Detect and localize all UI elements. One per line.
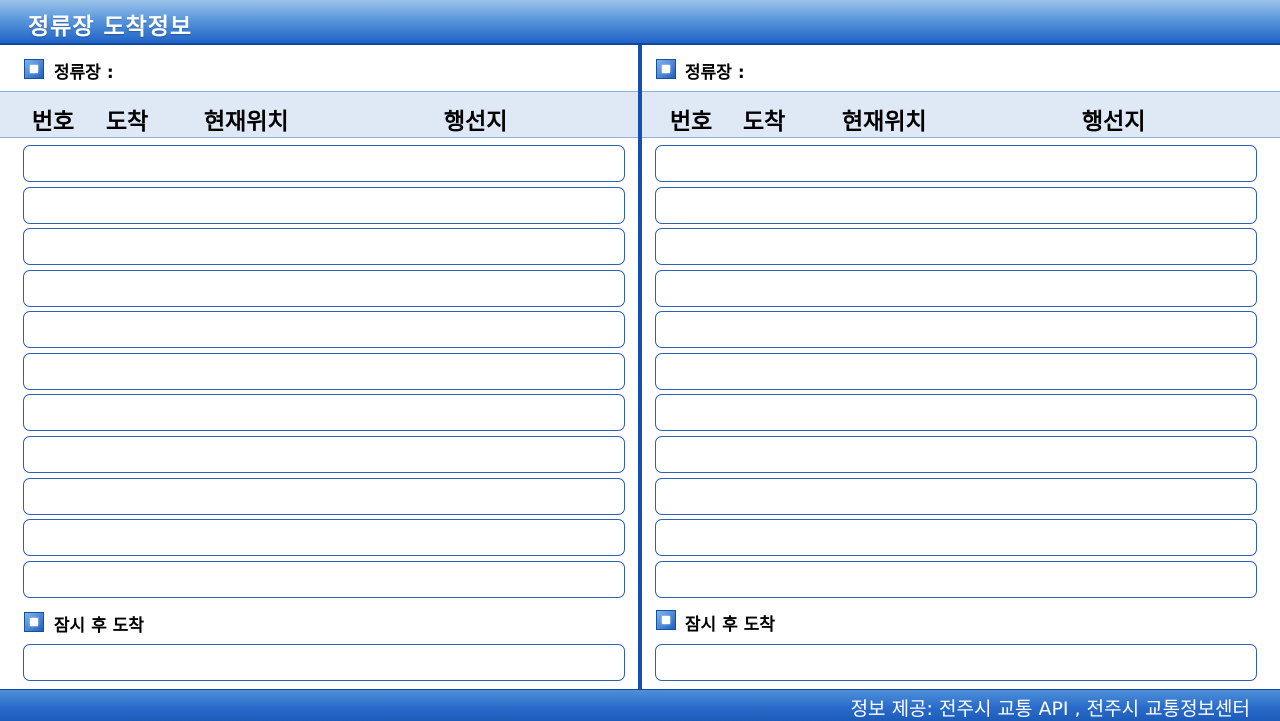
square-bullet-icon	[656, 59, 676, 79]
arrival-row	[23, 311, 625, 348]
arrival-row	[23, 353, 625, 390]
arrival-row	[655, 519, 1257, 556]
later-arrival-row	[23, 644, 625, 681]
arrival-row	[655, 270, 1257, 307]
arrival-row	[23, 436, 625, 473]
arrival-row	[23, 394, 625, 431]
arrival-row	[655, 228, 1257, 265]
column-header-location: 현재위치	[204, 109, 289, 135]
footer-bar: 정보 제공: 전주시 교통 API , 전주시 교통정보센터	[0, 689, 1280, 721]
column-header: 번호 도착 현재위치 행선지	[642, 91, 1280, 138]
arrival-row	[655, 561, 1257, 598]
later-arrival-row	[655, 644, 1257, 681]
arrival-row	[655, 311, 1257, 348]
arrival-row	[655, 353, 1257, 390]
column-header-number: 번호	[32, 109, 75, 135]
arrival-row	[655, 145, 1257, 182]
arrival-row	[655, 436, 1257, 473]
column-header-number: 번호	[670, 109, 713, 135]
column-header-location: 현재위치	[842, 109, 927, 135]
data-source-credit: 정보 제공: 전주시 교통 API , 전주시 교통정보센터	[850, 698, 1250, 720]
arrival-row	[655, 394, 1257, 431]
arrival-row	[23, 145, 625, 182]
station-panel-left: 정류장 : 번호 도착 현재위치 행선지 잠시 후 도착	[0, 45, 638, 689]
column-header-destination: 행선지	[1082, 109, 1146, 135]
later-arrival-label: 잠시 후 도착	[54, 616, 145, 636]
square-bullet-icon	[24, 612, 44, 632]
station-panel-right: 정류장 : 번호 도착 현재위치 행선지 잠시 후 도착	[642, 45, 1280, 689]
square-bullet-icon	[656, 610, 676, 630]
column-header-arrival: 도착	[743, 109, 786, 135]
column-header: 번호 도착 현재위치 행선지	[0, 91, 638, 138]
later-arrival-label: 잠시 후 도착	[685, 615, 776, 635]
app-title: 정류장 도착정보	[28, 14, 193, 40]
arrival-row	[23, 478, 625, 515]
arrival-row	[23, 187, 625, 224]
station-name-label: 정류장 :	[54, 63, 114, 83]
arrival-row	[655, 187, 1257, 224]
arrival-row	[655, 478, 1257, 515]
arrival-row	[23, 270, 625, 307]
title-bar: 정류장 도착정보	[0, 0, 1280, 45]
column-header-arrival: 도착	[106, 109, 149, 135]
station-name-label: 정류장 :	[685, 63, 745, 83]
square-bullet-icon	[24, 59, 44, 79]
column-header-destination: 행선지	[444, 109, 508, 135]
arrival-row	[23, 519, 625, 556]
arrival-row	[23, 561, 625, 598]
arrival-row	[23, 228, 625, 265]
